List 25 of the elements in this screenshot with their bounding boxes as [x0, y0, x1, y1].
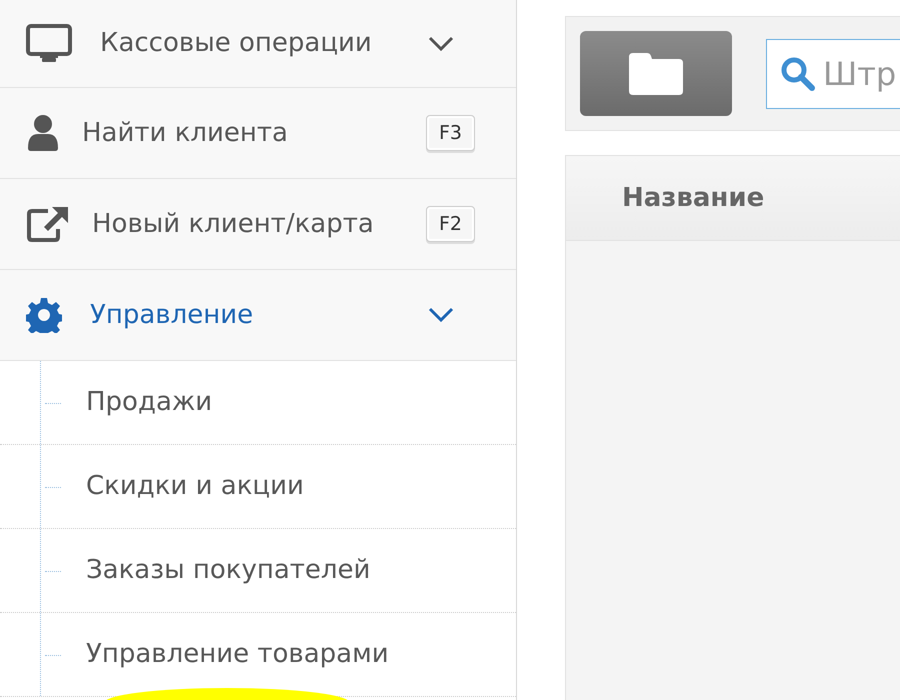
menu-item[interactable]: Кассовые операции [0, 0, 516, 88]
chevron-down-icon [428, 36, 454, 52]
shortcut-key: F3 [426, 114, 475, 152]
column-header[interactable]: Название [622, 178, 764, 218]
menu-label: Кассовые операции [100, 27, 373, 60]
user-icon [26, 114, 60, 152]
submenu-item[interactable]: Скидки и акции [86, 467, 304, 506]
search-field[interactable]: Штр [766, 38, 900, 108]
submenu-item[interactable]: Заказы покупателей [86, 551, 370, 590]
search-icon [780, 56, 816, 92]
menu-label: Найти клиента [82, 116, 289, 150]
submenu-item[interactable]: Управление товарами [86, 635, 389, 674]
menu-item[interactable]: Найти клиента F3 [0, 88, 516, 179]
monitor-icon [26, 24, 72, 64]
menu-label: Управление [90, 298, 254, 332]
menu-item[interactable]: Новый клиент/карта F2 [0, 179, 516, 270]
menu-item[interactable]: Управление [0, 270, 516, 361]
folder-icon [629, 52, 683, 94]
settings-icon [26, 297, 62, 333]
shortcut-key: F2 [426, 206, 475, 242]
folder-button[interactable] [580, 31, 732, 116]
submenu-item[interactable]: Продажи [86, 383, 212, 422]
menu-label: Новый клиент/карта [92, 208, 375, 240]
chevron-down-icon [428, 307, 454, 323]
external-link-icon [26, 205, 70, 243]
